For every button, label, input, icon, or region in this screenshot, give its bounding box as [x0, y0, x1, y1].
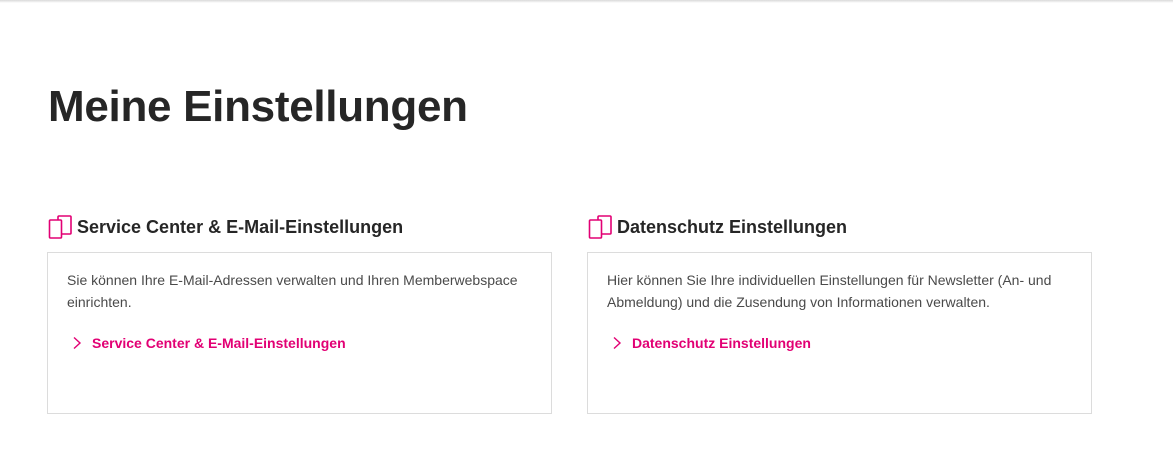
- page-title: Meine Einstellungen: [48, 82, 468, 131]
- section-header: Datenschutz Einstellungen: [588, 213, 1092, 241]
- card-description: Sie können Ihre E-Mail-Adressen verwalte…: [67, 272, 518, 310]
- link-label: Service Center & E-Mail-Einstellungen: [92, 335, 346, 351]
- top-bar-shadow: [0, 0, 1173, 3]
- datenschutz-link[interactable]: Datenschutz Einstellungen: [607, 335, 1071, 351]
- section-service-center: Service Center & E-Mail-Einstellungen Si…: [47, 213, 552, 414]
- section-datenschutz: Datenschutz Einstellungen Hier können Si…: [587, 213, 1092, 414]
- devices-icon: [48, 215, 72, 239]
- section-header: Service Center & E-Mail-Einstellungen: [48, 213, 552, 241]
- service-center-link[interactable]: Service Center & E-Mail-Einstellungen: [67, 335, 531, 351]
- card: Sie können Ihre E-Mail-Adressen verwalte…: [47, 252, 552, 414]
- section-title: Datenschutz Einstellungen: [617, 216, 848, 237]
- card-description: Hier können Sie Ihre individuellen Einst…: [607, 272, 1052, 310]
- devices-icon: [588, 215, 612, 239]
- link-label: Datenschutz Einstellungen: [632, 335, 811, 351]
- chevron-right-icon: [613, 336, 622, 350]
- card: Hier können Sie Ihre individuellen Einst…: [587, 252, 1092, 414]
- chevron-right-icon: [73, 336, 82, 350]
- section-title: Service Center & E-Mail-Einstellungen: [77, 216, 404, 237]
